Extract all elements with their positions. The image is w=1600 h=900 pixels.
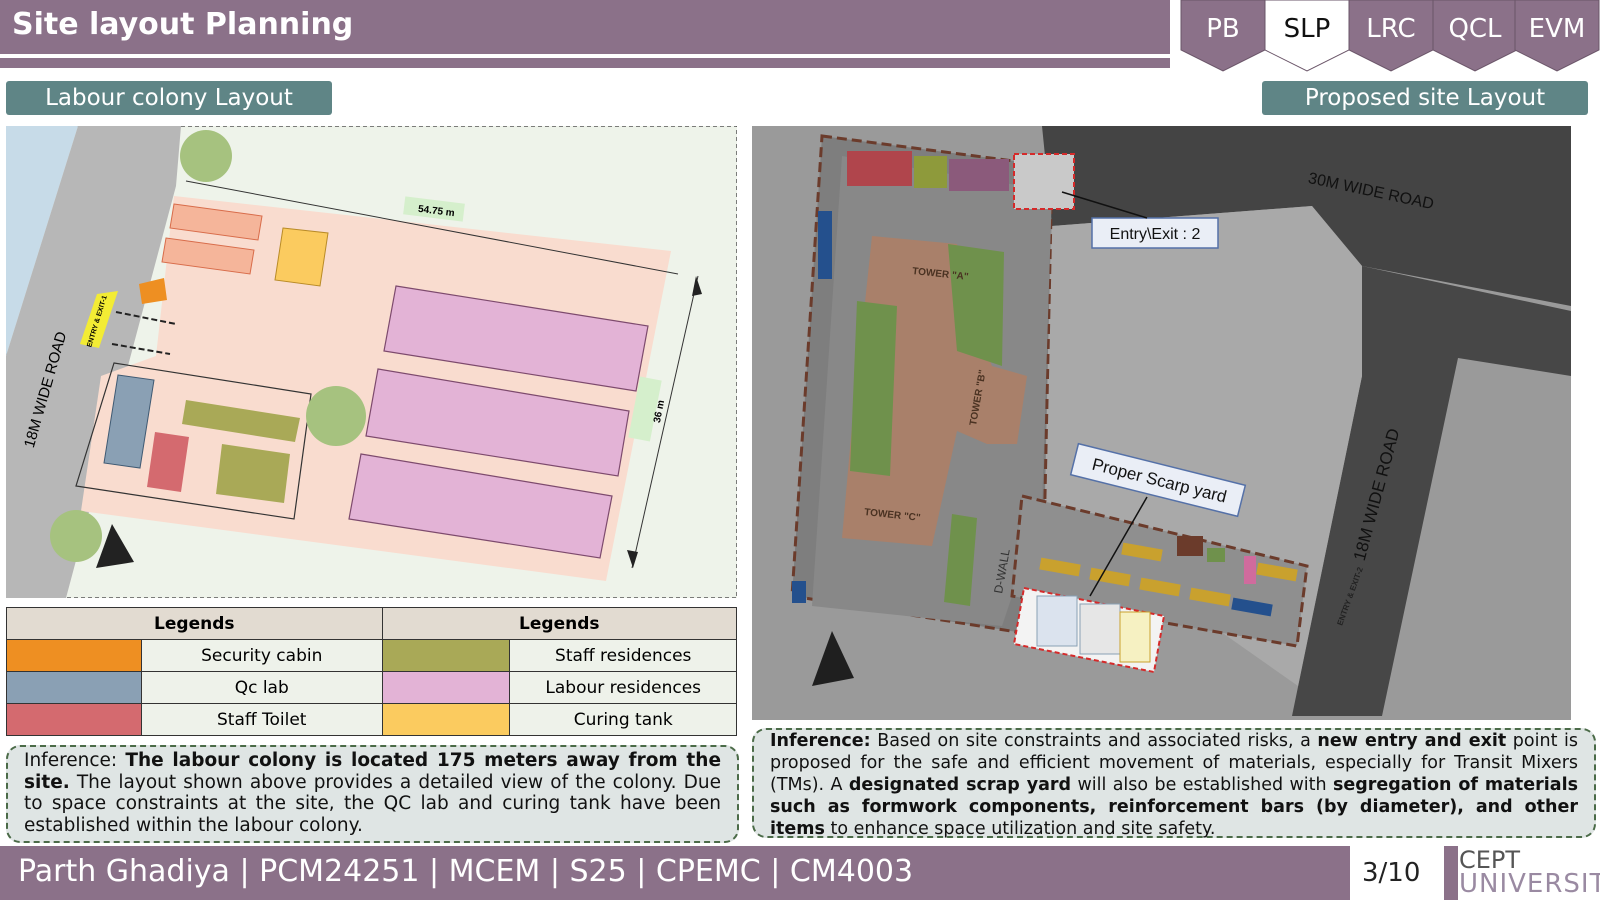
tab-evm[interactable]: EVM (1514, 0, 1600, 72)
legend-label: Curing tank (509, 703, 737, 736)
proposed-site-map: Entry\Exit : 2 Proper Scarp yard 30M WID… (752, 126, 1571, 720)
tab-slp[interactable]: SLP (1264, 0, 1350, 72)
logo-accent (1444, 846, 1458, 900)
inference-bold: designated scrap yard (848, 775, 1072, 795)
tab-label: PB (1206, 14, 1240, 44)
title-bar: Site layout Planning (0, 0, 1170, 54)
cept-logo-line2: UNIVERSITY (1459, 869, 1600, 899)
tab-label: QCL (1448, 14, 1502, 44)
legend-swatch-labour-residences (381, 671, 511, 704)
footer-bar: Parth Ghadiya | PCM24251 | MCEM | S25 | … (0, 846, 1350, 900)
inference-bold: new entry and exit (1317, 731, 1507, 751)
tab-pb[interactable]: PB (1180, 0, 1266, 72)
legend-swatch-staff-toilet (6, 703, 142, 736)
tab-qcl[interactable]: QCL (1432, 0, 1518, 72)
left-inference-box: Inference: The labour colony is located … (6, 745, 739, 843)
legend-label: Security cabin (140, 639, 383, 672)
page-number: 3/10 (1362, 858, 1421, 888)
legend-header-right: Legends (381, 607, 738, 640)
inference-label: Inference: (770, 731, 871, 751)
right-inference-box: Inference: Based on site constraints and… (752, 728, 1596, 839)
title-underline (0, 58, 1170, 68)
legend-swatch-curing-tank (381, 703, 511, 736)
page-title: Site layout Planning (12, 7, 354, 42)
proposed-site-label: Proposed site Layout (1262, 81, 1588, 115)
labour-colony-map: 54.75 m 36 m 18M WIDE ROAD ENTRY & EXIT-… (6, 126, 737, 598)
legend-label: Qc lab (140, 671, 383, 704)
entry-exit-2-callout: Entry\Exit : 2 (1110, 226, 1201, 243)
tab-label: EVM (1528, 14, 1586, 44)
inference-rest: The layout shown above provides a detail… (24, 771, 721, 836)
tab-lrc[interactable]: LRC (1348, 0, 1434, 72)
footer-text: Parth Ghadiya | PCM24251 | MCEM | S25 | … (18, 854, 914, 889)
site-layout-drawing: Entry\Exit : 2 Proper Scarp yard 30M WID… (752, 126, 1571, 720)
tab-label: LRC (1366, 14, 1416, 44)
legend-swatch-security-cabin (6, 639, 142, 672)
inference-text: will also be established with (1071, 775, 1333, 795)
legend-table: Legends Legends Security cabin Staff res… (6, 607, 738, 736)
inference-text: to enhance space utilization and site sa… (824, 819, 1216, 839)
labour-colony-drawing: 54.75 m 36 m 18M WIDE ROAD ENTRY & EXIT-… (6, 126, 737, 598)
legend-label: Labour residences (509, 671, 737, 704)
legend-label: Staff Toilet (140, 703, 383, 736)
legend-swatch-staff-residences (381, 639, 511, 672)
labour-colony-label: Labour colony Layout (6, 81, 332, 115)
tab-label: SLP (1283, 14, 1331, 44)
inference-text: Based on site constraints and associated… (870, 731, 1318, 751)
legend-label: Staff residences (509, 639, 737, 672)
legend-header-left: Legends (6, 607, 383, 640)
legend-swatch-qc-lab (6, 671, 142, 704)
inference-prefix: Inference: (24, 750, 126, 771)
